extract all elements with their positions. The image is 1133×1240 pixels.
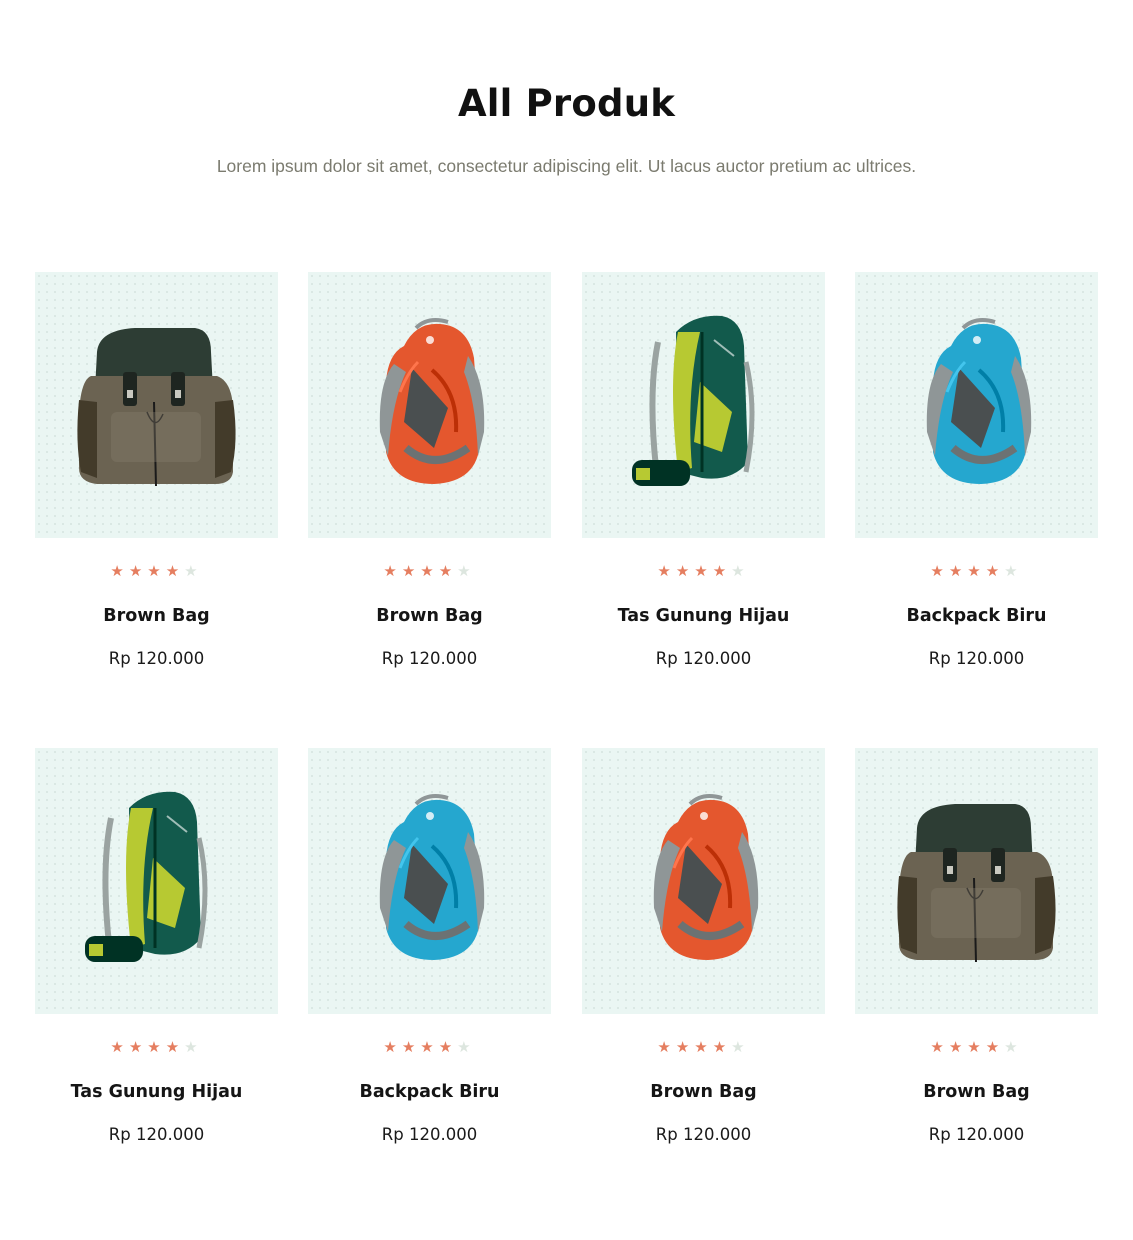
blue-backpack-icon [379, 794, 485, 960]
star-empty-icon: ★ [731, 1038, 750, 1056]
product-image[interactable] [35, 748, 278, 1014]
star-filled-icon: ★ [948, 1038, 968, 1056]
star-filled-icon: ★ [712, 562, 732, 580]
product-name[interactable]: Brown Bag [582, 1080, 825, 1104]
star-empty-icon: ★ [457, 1038, 476, 1056]
star-filled-icon: ★ [383, 1038, 402, 1056]
star-filled-icon: ★ [694, 1038, 713, 1056]
star-filled-icon: ★ [657, 1038, 676, 1056]
product-name[interactable]: Brown Bag [308, 604, 551, 628]
product-card[interactable]: ★★★★★ Brown Bag Rp 120.000 [582, 748, 825, 1168]
product-name[interactable]: Tas Gunung Hijau [35, 1080, 278, 1104]
product-image[interactable] [308, 748, 551, 1014]
product-image[interactable] [582, 748, 825, 1014]
star-filled-icon: ★ [401, 1038, 421, 1056]
star-filled-icon: ★ [110, 1038, 129, 1056]
product-price: Rp 120.000 [655, 1125, 752, 1144]
product-card[interactable]: ★★★★★ Brown Bag Rp 120.000 [35, 272, 278, 692]
product-price: Rp 120.000 [928, 1125, 1025, 1144]
product-price: Rp 120.000 [928, 649, 1025, 668]
product-price: Rp 120.000 [381, 649, 478, 668]
star-filled-icon: ★ [438, 562, 458, 580]
star-filled-icon: ★ [401, 562, 421, 580]
product-card[interactable]: ★★★★★ Brown Bag Rp 120.000 [308, 272, 551, 692]
star-filled-icon: ★ [985, 562, 1005, 580]
product-name[interactable]: Backpack Biru [308, 1080, 551, 1104]
star-empty-icon: ★ [184, 562, 203, 580]
star-filled-icon: ★ [110, 562, 129, 580]
star-filled-icon: ★ [420, 562, 439, 580]
star-empty-icon: ★ [457, 562, 476, 580]
product-image[interactable] [35, 272, 278, 538]
star-filled-icon: ★ [165, 562, 185, 580]
product-price: Rp 120.000 [381, 1125, 478, 1144]
star-filled-icon: ★ [128, 562, 148, 580]
orange-backpack-icon [653, 794, 759, 960]
product-card[interactable]: ★★★★★ Brown Bag Rp 120.000 [855, 748, 1098, 1168]
star-filled-icon: ★ [967, 1038, 986, 1056]
product-name[interactable]: Brown Bag [35, 604, 278, 628]
brown-backpack-icon [77, 328, 236, 487]
rating-stars: ★★★★★ [308, 1038, 551, 1056]
product-name[interactable]: Brown Bag [855, 1080, 1098, 1104]
star-empty-icon: ★ [1004, 1038, 1023, 1056]
product-image[interactable] [582, 272, 825, 538]
product-image[interactable] [308, 272, 551, 538]
product-name[interactable]: Backpack Biru [855, 604, 1098, 628]
blue-backpack-icon [926, 318, 1032, 484]
star-filled-icon: ★ [675, 1038, 695, 1056]
star-filled-icon: ★ [948, 562, 968, 580]
star-filled-icon: ★ [147, 1038, 166, 1056]
star-filled-icon: ★ [128, 1038, 148, 1056]
star-filled-icon: ★ [147, 562, 166, 580]
star-filled-icon: ★ [985, 1038, 1005, 1056]
star-filled-icon: ★ [930, 562, 949, 580]
star-filled-icon: ★ [165, 1038, 185, 1056]
product-name[interactable]: Tas Gunung Hijau [582, 604, 825, 628]
star-empty-icon: ★ [184, 1038, 203, 1056]
green-hiking-backpack-icon [632, 315, 755, 486]
rating-stars: ★★★★★ [35, 562, 278, 580]
rating-stars: ★★★★★ [582, 1038, 825, 1056]
product-card[interactable]: ★★★★★ Backpack Biru Rp 120.000 [855, 272, 1098, 692]
rating-stars: ★★★★★ [855, 562, 1098, 580]
product-price: Rp 120.000 [108, 649, 205, 668]
product-image[interactable] [855, 748, 1098, 1014]
rating-stars: ★★★★★ [582, 562, 825, 580]
star-filled-icon: ★ [383, 562, 402, 580]
star-empty-icon: ★ [731, 562, 750, 580]
product-price: Rp 120.000 [655, 649, 752, 668]
star-filled-icon: ★ [675, 562, 695, 580]
product-card[interactable]: ★★★★★ Tas Gunung Hijau Rp 120.000 [582, 272, 825, 692]
product-image[interactable] [855, 272, 1098, 538]
page-title: All Produk [457, 82, 676, 125]
star-filled-icon: ★ [657, 562, 676, 580]
rating-stars: ★★★★★ [35, 1038, 278, 1056]
brown-backpack-icon [897, 804, 1056, 963]
star-filled-icon: ★ [420, 1038, 439, 1056]
page-subtitle: Lorem ipsum dolor sit amet, consectetur … [216, 156, 917, 176]
product-card[interactable]: ★★★★★ Backpack Biru Rp 120.000 [308, 748, 551, 1168]
star-filled-icon: ★ [712, 1038, 732, 1056]
star-filled-icon: ★ [930, 1038, 949, 1056]
green-hiking-backpack-icon [85, 791, 208, 962]
orange-backpack-icon [379, 318, 485, 484]
star-filled-icon: ★ [438, 1038, 458, 1056]
product-card[interactable]: ★★★★★ Tas Gunung Hijau Rp 120.000 [35, 748, 278, 1168]
star-filled-icon: ★ [967, 562, 986, 580]
star-filled-icon: ★ [694, 562, 713, 580]
product-price: Rp 120.000 [108, 1125, 205, 1144]
star-empty-icon: ★ [1004, 562, 1023, 580]
rating-stars: ★★★★★ [308, 562, 551, 580]
rating-stars: ★★★★★ [855, 1038, 1098, 1056]
